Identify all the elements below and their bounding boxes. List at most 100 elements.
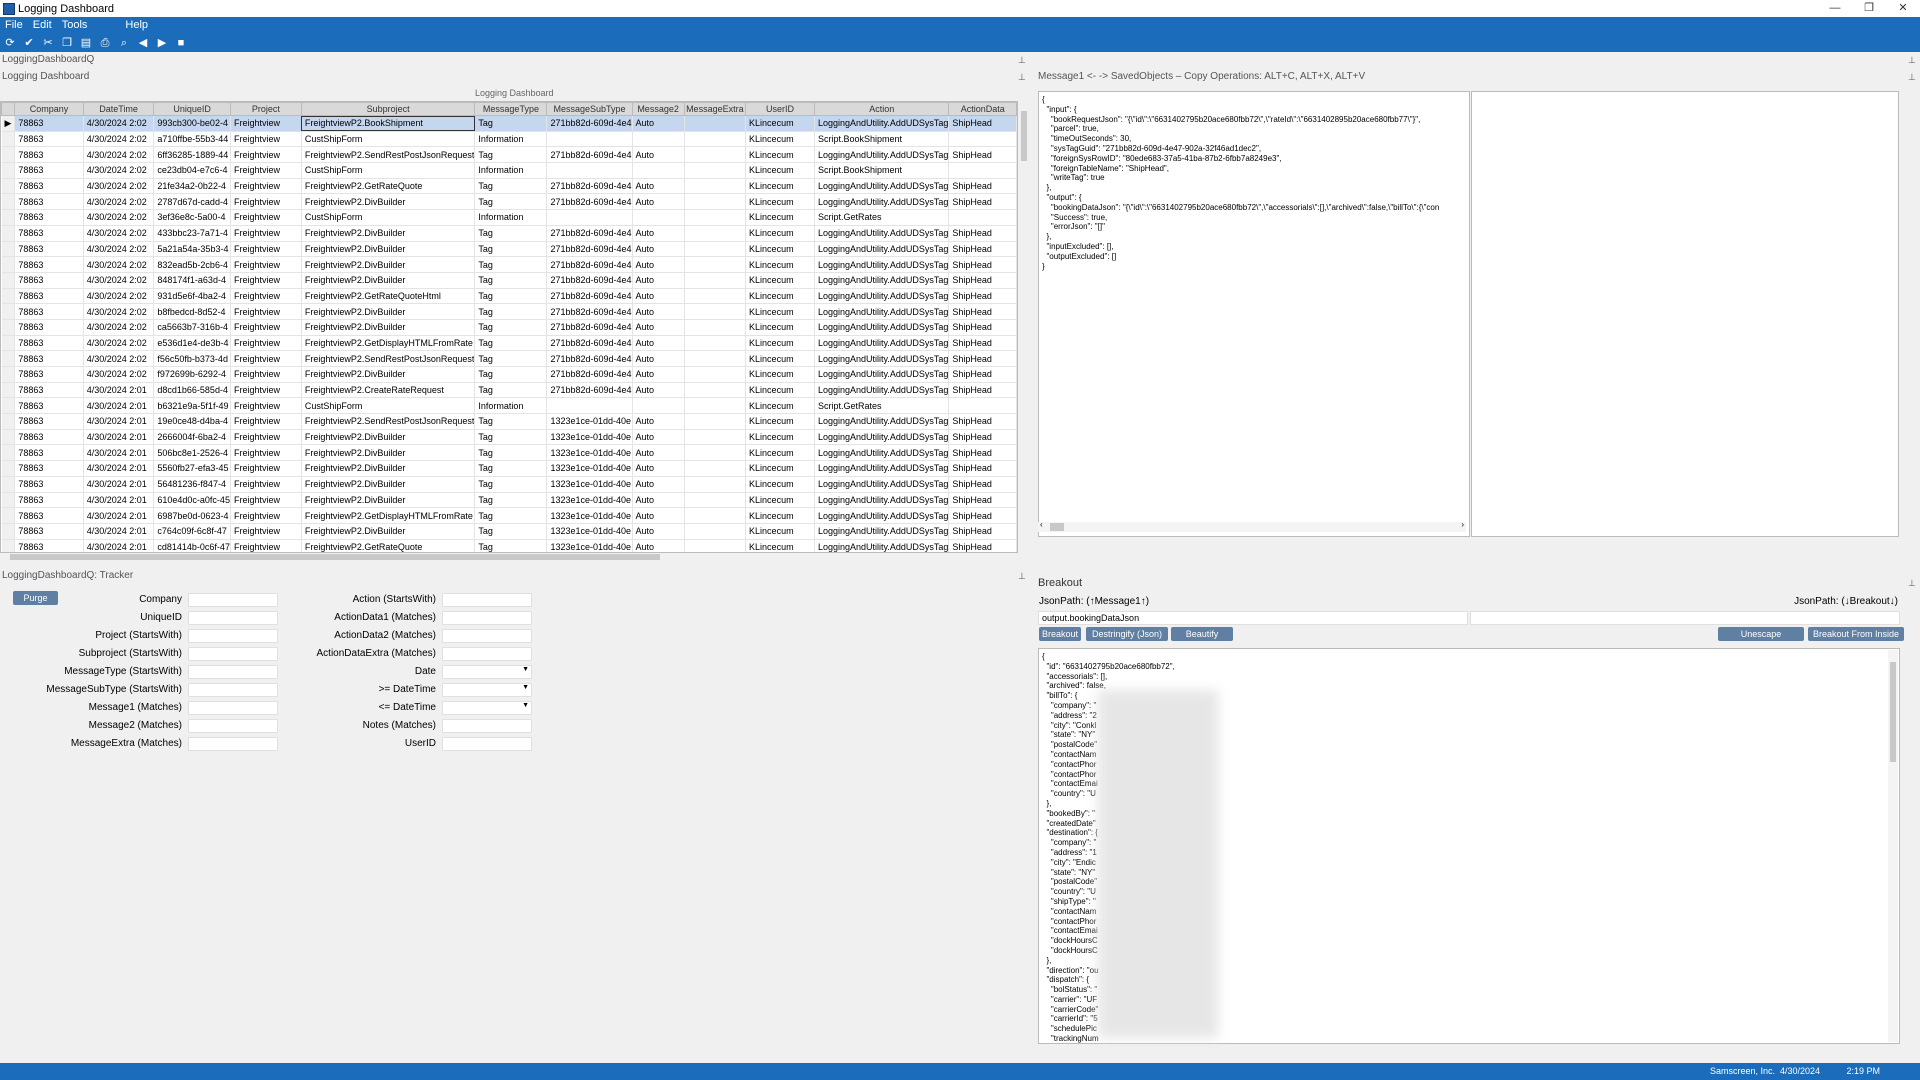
table-cell[interactable]: 78863 [14,444,84,462]
table-cell[interactable]: LoggingAndUtility.AddUDSysTag [814,492,950,509]
jsonpath-left-input[interactable]: output.bookingDataJson [1038,611,1468,625]
table-cell[interactable]: Freightview [230,303,302,320]
table-cell[interactable]: 271bb82d-609d-4e4 [546,115,633,132]
table-cell[interactable]: f972699b-6292-4 [153,366,231,383]
table-cell[interactable]: Auto [632,366,685,383]
row-selector[interactable]: ▶ [1,115,16,132]
table-cell[interactable]: LoggingAndUtility.AddUDSysTag [814,476,950,493]
scrollbar-thumb[interactable] [1050,523,1064,531]
table-cell[interactable]: ShipHead [948,382,1017,399]
table-cell[interactable]: Auto [632,146,685,164]
table-cell[interactable]: Auto [632,413,685,430]
table-row[interactable]: 78863 4/30/2024 2:02 2787d67d-cadd-4 Freigh… [1,193,1017,211]
table-cell[interactable]: 2666004f-6ba2-4 [153,429,231,446]
table-cell[interactable]: Freightview [230,256,302,273]
table-cell[interactable]: 6ff36285-1889-44 [153,146,231,164]
table-cell[interactable]: 6987be0d-0623-4 [153,507,231,524]
table-cell[interactable]: Tag [474,460,548,477]
table-cell[interactable]: 78863 [14,460,84,477]
tracker-field-input[interactable] [188,593,278,607]
table-cell[interactable]: 78863 [14,382,84,399]
table-cell[interactable]: FreightviewP2.BookShipment [301,115,476,132]
table-cell[interactable]: 78863 [14,413,84,430]
table-cell[interactable]: ShipHead [948,241,1017,258]
table-cell[interactable]: LoggingAndUtility.AddUDSysTag [814,366,950,383]
table-cell[interactable]: 433bbc23-7a71-4 [153,225,231,242]
tracker-field-input[interactable] [442,593,532,607]
table-cell[interactable]: Freightview [230,366,302,383]
table-cell[interactable]: LoggingAndUtility.AddUDSysTag [814,319,950,336]
table-cell[interactable]: ShipHead [948,523,1017,540]
destringify-button[interactable]: Destringify (Json) [1086,627,1168,641]
table-cell[interactable]: LoggingAndUtility.AddUDSysTag [814,429,950,446]
table-cell[interactable]: LoggingAndUtility.AddUDSysTag [814,523,950,540]
table-cell[interactable] [684,382,747,399]
table-cell[interactable] [632,162,685,179]
table-cell[interactable]: Auto [632,288,685,305]
table-cell[interactable] [948,162,1017,179]
table-cell[interactable]: Tag [474,241,548,258]
table-cell[interactable]: FreightviewP2.DivBuilder [301,523,476,540]
table-cell[interactable]: LoggingAndUtility.AddUDSysTag [814,193,950,211]
table-cell[interactable]: KLincecum [745,131,815,148]
table-cell[interactable] [948,131,1017,148]
table-cell[interactable]: KLincecum [745,288,815,305]
table-cell[interactable]: Tag [474,350,548,367]
table-cell[interactable]: ShipHead [948,507,1017,524]
table-cell[interactable]: 271bb82d-609d-4e4 [546,366,633,383]
table-cell[interactable]: 78863 [14,241,84,258]
table-cell[interactable]: KLincecum [745,209,815,226]
row-selector[interactable] [1,476,16,493]
table-cell[interactable]: Information [474,162,548,179]
table-cell[interactable]: 78863 [14,115,84,132]
table-cell[interactable]: ca5663b7-316b-4 [153,319,231,336]
maximize-button[interactable]: ❐ [1852,0,1886,17]
table-cell[interactable]: ShipHead [948,146,1017,164]
table-cell[interactable]: Tag [474,319,548,336]
pin-icon[interactable]: ⊥ [1908,55,1916,66]
table-cell[interactable]: Freightview [230,539,302,552]
column-header[interactable]: MessageSubType [546,102,633,116]
table-cell[interactable]: 506bc8e1-2526-4 [153,444,231,462]
table-cell[interactable]: 4/30/2024 2:01 [83,460,155,477]
table-row[interactable]: 78863 4/30/2024 2:02 21fe34a2-0b22-4 Freigh… [1,178,1017,195]
table-cell[interactable]: 2787d67d-cadd-4 [153,193,231,211]
jsonpath-right-input[interactable] [1470,611,1900,625]
breakout-button[interactable]: Breakout [1039,627,1081,641]
table-cell[interactable]: LoggingAndUtility.AddUDSysTag [814,303,950,320]
table-cell[interactable]: FreightviewP2.SendRestPostJsonRequest [301,413,476,430]
table-cell[interactable] [684,193,747,211]
table-cell[interactable]: 1323e1ce-01dd-40e [546,476,633,493]
table-cell[interactable]: 19e0ce48-d4ba-4 [153,413,231,430]
menu-tools[interactable]: Tools [57,19,93,31]
table-cell[interactable]: 271bb82d-609d-4e4 [546,146,633,164]
table-cell[interactable]: Tag [474,476,548,493]
table-cell[interactable]: Auto [632,523,685,540]
table-cell[interactable]: Tag [474,193,548,211]
table-cell[interactable]: FreightviewP2.SendRestPostJsonRequest [301,350,476,367]
table-cell[interactable]: 4/30/2024 2:01 [83,476,155,493]
minimize-button[interactable]: — [1818,0,1852,17]
pin-icon[interactable]: ⊥ [1018,72,1026,83]
table-cell[interactable]: f56c50fb-b373-4d [153,350,231,367]
table-cell[interactable] [684,460,747,477]
row-selector[interactable] [1,146,16,164]
table-cell[interactable]: KLincecum [745,193,815,211]
table-cell[interactable]: Freightview [230,272,302,289]
table-cell[interactable]: Auto [632,507,685,524]
table-cell[interactable] [948,209,1017,226]
table-cell[interactable] [546,397,633,415]
table-cell[interactable]: LoggingAndUtility.AddUDSysTag [814,146,950,164]
table-cell[interactable]: 4/30/2024 2:02 [83,162,155,179]
table-cell[interactable]: CustShipForm [301,397,476,415]
row-selector[interactable] [1,460,16,477]
table-cell[interactable] [684,319,747,336]
table-row[interactable]: 78863 4/30/2024 2:01 cd81414b-0c6f-47 Freig… [1,539,1017,552]
table-cell[interactable]: 4/30/2024 2:01 [83,413,155,430]
table-cell[interactable]: Tag [474,178,548,195]
table-cell[interactable]: 4/30/2024 2:02 [83,303,155,320]
cut-icon[interactable]: ✂ [41,36,55,50]
table-cell[interactable]: 78863 [14,429,84,446]
table-cell[interactable]: Freightview [230,397,302,415]
table-cell[interactable]: KLincecum [745,429,815,446]
